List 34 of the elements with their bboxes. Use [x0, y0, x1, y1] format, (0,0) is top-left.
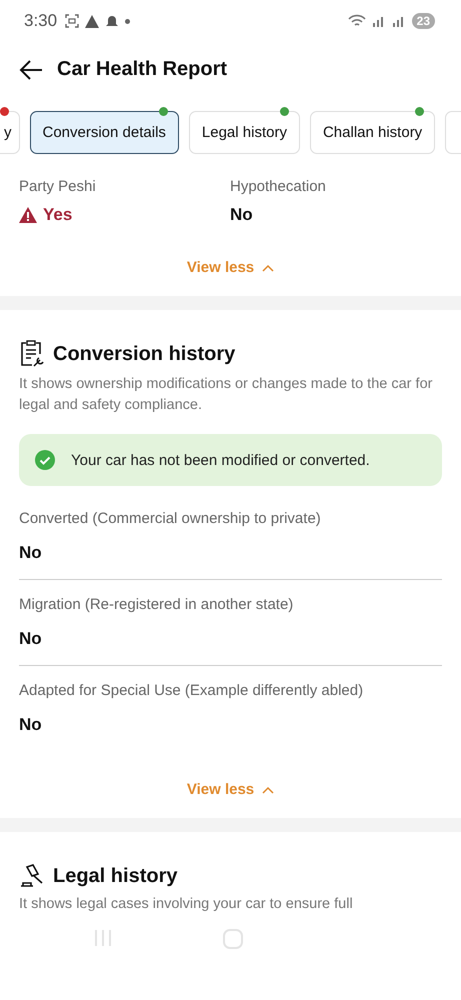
bell-icon [105, 14, 120, 28]
warning-icon [19, 207, 37, 223]
chevron-up-icon [262, 786, 274, 794]
chevron-up-icon [262, 264, 274, 272]
field-label: Adapted for Special Use (Example differently abled) [19, 682, 364, 699]
section-title: Conversion history [53, 342, 236, 366]
battery-indicator: 23 [412, 13, 435, 29]
section-description: It shows ownership modifications or changes made to the car for legal and safety compliance. [19, 375, 434, 415]
check-circle-icon [35, 450, 55, 470]
notice-text: Your car has not been modified or converted. [71, 452, 370, 468]
alert-icon [85, 14, 100, 28]
dot-icon [125, 18, 130, 24]
section-title: Legal history [53, 864, 178, 888]
back-icon[interactable] [19, 60, 43, 80]
signal-icon [372, 15, 386, 27]
field-label: Hypothecation [230, 178, 327, 195]
field-label: Party Peshi [19, 178, 97, 195]
clipboard-wrench-icon [19, 340, 45, 368]
gavel-icon [19, 864, 45, 888]
home-icon[interactable] [223, 929, 243, 949]
section-description: It shows legal cases involving your car to ensure full [19, 895, 354, 914]
field-label: Converted (Commercial ownership to private) [19, 510, 322, 527]
page-title: Car Health Report [57, 58, 228, 81]
signal-icon [392, 15, 406, 27]
field-value: No [19, 629, 43, 649]
field-label: Migration (Re-registered in another state) [19, 596, 294, 613]
field-value: No [19, 543, 43, 563]
wifi-icon [348, 14, 366, 28]
status-time: 3:30 [24, 11, 58, 31]
recents-icon[interactable] [93, 929, 113, 947]
screenshot-icon [65, 14, 80, 28]
field-value: No [19, 715, 43, 735]
field-value: No [230, 205, 253, 225]
field-value: Yes [43, 205, 72, 225]
